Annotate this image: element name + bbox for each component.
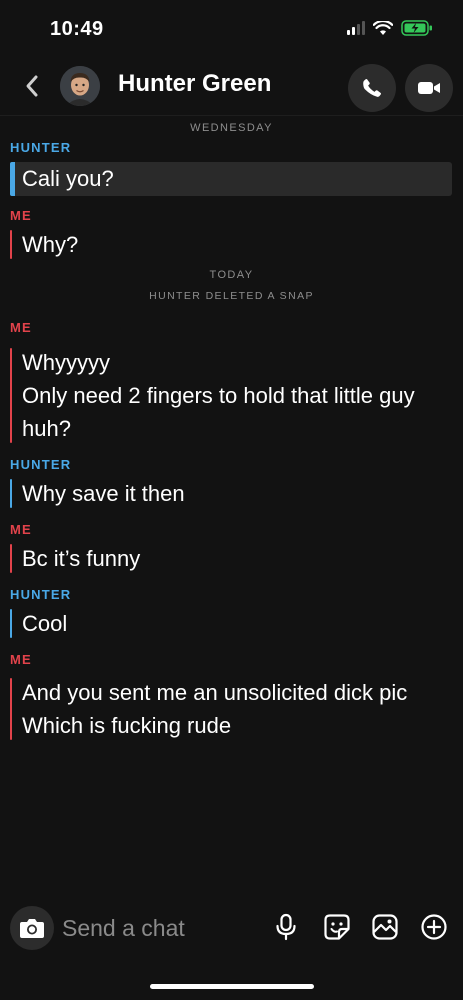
camera-icon	[20, 919, 44, 938]
chat-input[interactable]	[62, 910, 262, 946]
sender-label-hunter: HUNTER	[10, 457, 72, 472]
message-text: Which is fucking rude	[22, 713, 232, 738]
cellular-signal-icon	[347, 21, 365, 35]
message-text: Cali you?	[22, 166, 114, 191]
chevron-left-icon	[26, 75, 38, 97]
message-bubble[interactable]: Why?	[10, 228, 463, 261]
date-divider: TODAY	[209, 269, 254, 281]
avatar[interactable]	[60, 66, 100, 106]
chat-composer	[0, 900, 463, 956]
phone-icon	[363, 78, 382, 97]
microphone-icon	[276, 913, 296, 941]
message-bubble[interactable]: Whyyyyy Only need 2 fingers to hold that…	[10, 346, 430, 445]
video-call-button[interactable]	[405, 64, 453, 112]
memories-button[interactable]	[370, 912, 400, 942]
video-camera-icon	[418, 82, 440, 94]
message-bubble[interactable]: Bc it’s funny	[10, 542, 463, 575]
sticker-button[interactable]	[322, 912, 352, 942]
message-text: Bc it’s funny	[22, 546, 141, 571]
camera-button[interactable]	[10, 906, 54, 950]
message-text: Cool	[22, 611, 68, 636]
status-icons	[347, 20, 433, 36]
sender-label-me: ME	[10, 208, 32, 223]
bitmoji-avatar-icon	[60, 66, 100, 106]
message-bubble[interactable]: Cali you?	[10, 162, 452, 196]
sender-label-me: ME	[10, 652, 32, 667]
sender-label-me: ME	[10, 320, 32, 335]
voice-call-button[interactable]	[348, 64, 396, 112]
home-indicator[interactable]	[150, 984, 314, 989]
sticker-icon	[324, 914, 350, 940]
sender-label-hunter: HUNTER	[10, 140, 72, 155]
status-bar: 10:49	[0, 0, 463, 58]
message-bubble[interactable]: Cool	[10, 607, 463, 640]
message-text: Why save it then	[22, 481, 185, 506]
back-button[interactable]	[18, 68, 46, 104]
memories-icon	[372, 914, 398, 940]
date-divider: WEDNESDAY	[190, 122, 273, 134]
deleted-snap-notice: HUNTER DELETED A SNAP	[149, 290, 314, 302]
message-text: Whyyyyy	[22, 350, 110, 375]
sender-label-hunter: HUNTER	[10, 587, 72, 602]
message-text: Only need 2 fingers to hold that little …	[22, 383, 415, 441]
message-bubble[interactable]: Why save it then	[10, 477, 463, 510]
battery-charging-icon	[401, 20, 432, 36]
microphone-button[interactable]	[271, 912, 301, 942]
sender-label-me: ME	[10, 522, 32, 537]
message-list: WEDNESDAY HUNTER Cali you? ME Why? TODAY…	[0, 116, 463, 742]
plus-circle-icon	[421, 914, 447, 940]
status-time: 10:49	[50, 18, 104, 40]
message-bubble[interactable]: And you sent me an unsolicited dick pic …	[10, 676, 430, 742]
wifi-icon	[373, 20, 393, 35]
contact-name[interactable]: Hunter Green	[118, 70, 271, 98]
message-text: And you sent me an unsolicited dick pic	[22, 680, 408, 705]
message-text: Why?	[22, 232, 79, 257]
more-button[interactable]	[419, 912, 449, 942]
chat-header: Hunter Green	[0, 58, 463, 116]
